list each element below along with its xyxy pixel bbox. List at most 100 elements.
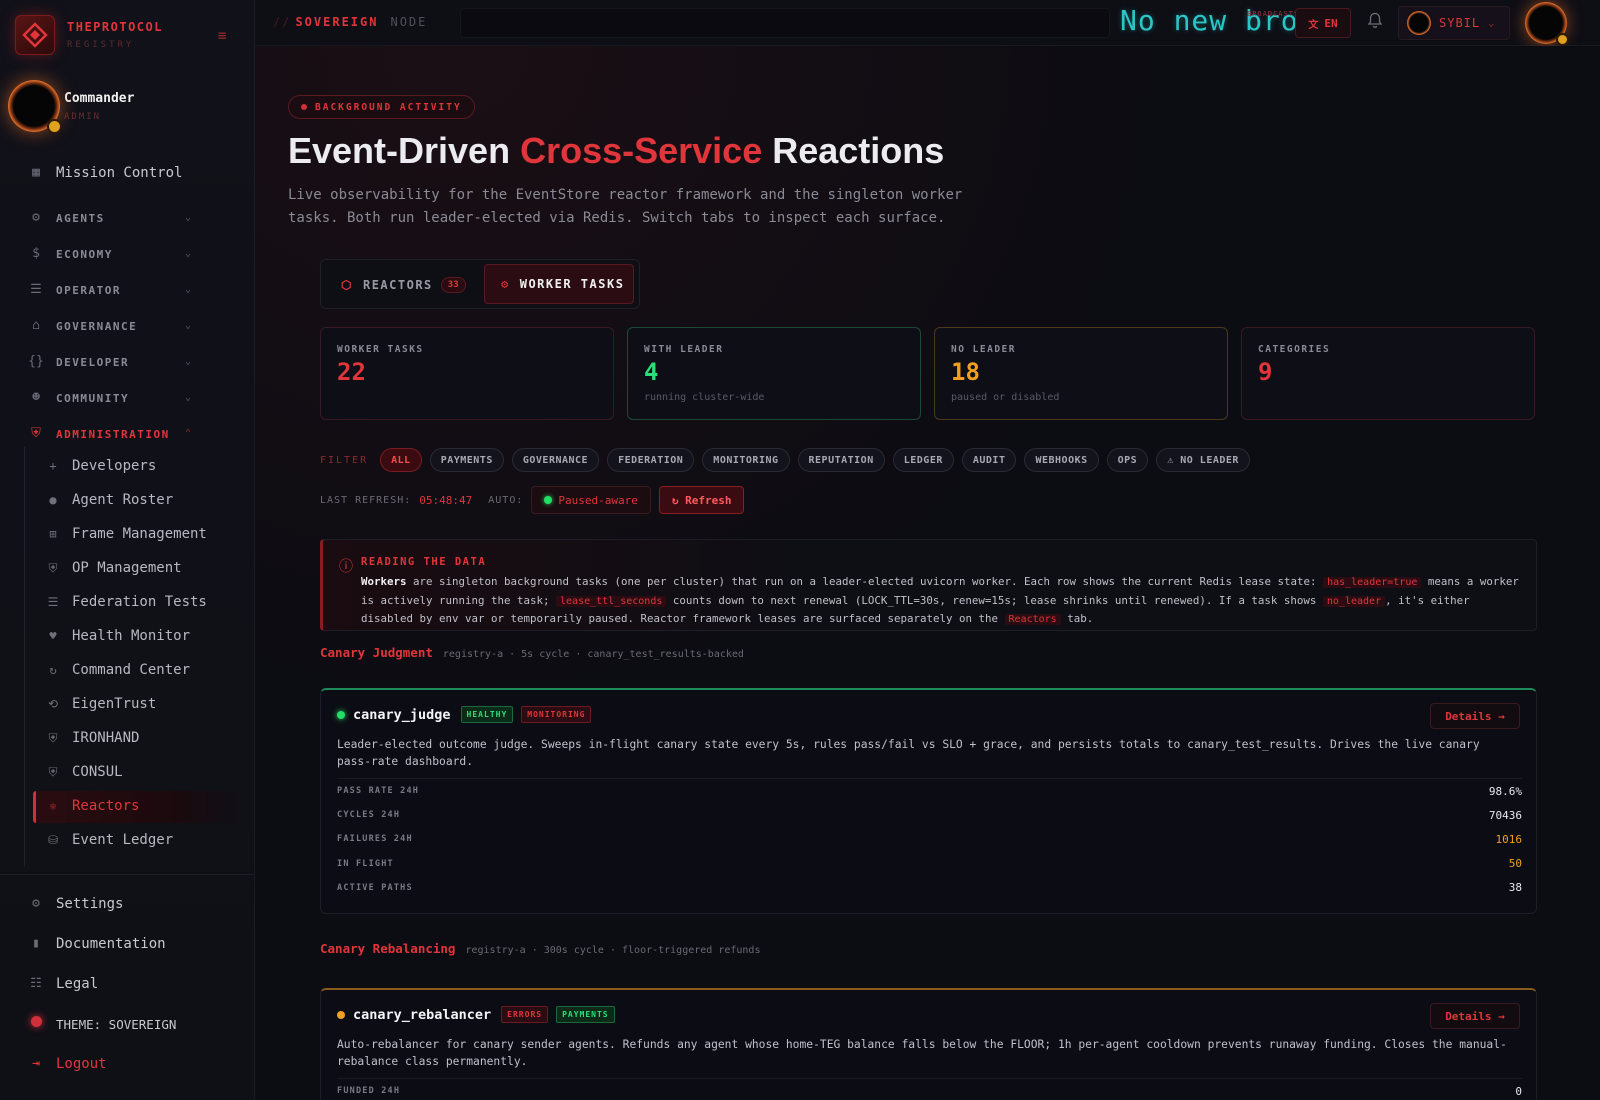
sidebar-item-health-monitor[interactable]: ♥ Health Monitor xyxy=(45,628,190,644)
auto-refresh-toggle[interactable]: Paused-aware xyxy=(531,486,651,514)
theme-dot-icon xyxy=(28,1016,44,1032)
brand[interactable]: THEPROTOCOL REGISTRY xyxy=(15,15,163,55)
shield-icon: ⛨ xyxy=(48,561,58,575)
chevron-up-icon[interactable]: ⌃ xyxy=(185,428,191,439)
chevron-down-icon[interactable]: ⌄ xyxy=(185,248,191,259)
sidebar-item-reactors[interactable]: ⚛ Reactors xyxy=(45,798,139,814)
info-title: READING THE DATA xyxy=(361,556,487,568)
topbar: //SOVEREIGN NODE No new bro BROADCASTS 文 … xyxy=(255,0,1600,46)
breadcrumb-primary[interactable]: SOVEREIGN xyxy=(295,15,378,29)
info-callout: ⓘ READING THE DATA Workers are singleton… xyxy=(320,539,1537,631)
nav-section-agents[interactable]: ⚙ AGENTS xyxy=(28,210,105,226)
sidebar-item-consul[interactable]: ⛨ CONSUL xyxy=(45,764,122,780)
filter-chip-audit[interactable]: AUDIT xyxy=(961,448,1017,472)
avatar[interactable] xyxy=(1525,2,1569,46)
stat-row-value: 38 xyxy=(1508,881,1522,895)
info-text: counts down to next renewal (LOCK_TTL=30… xyxy=(666,593,1323,607)
nav-section-community[interactable]: ☻ COMMUNITY xyxy=(28,390,129,406)
user-profile[interactable]: Commander ADMIN xyxy=(8,80,135,134)
tab-worker-tasks[interactable]: ⚙ WORKER TASKS xyxy=(484,264,634,304)
sidebar-item-label: IRONHAND xyxy=(72,730,140,746)
nav-section-governance[interactable]: ⌂ GOVERNANCE xyxy=(28,318,137,334)
grid-icon: ▦ xyxy=(32,165,40,180)
filter-chip-payments[interactable]: PAYMENTS xyxy=(429,448,504,472)
braces-icon: {} xyxy=(28,354,44,369)
brand-name: THEPROTOCOL xyxy=(67,20,163,34)
nav-section-administration[interactable]: ⛨ ADMINISTRATION xyxy=(28,426,170,442)
details-button[interactable]: Details → xyxy=(1430,1003,1520,1029)
title-accent: Cross-Service xyxy=(520,130,763,171)
sidebar-item-federation-tests[interactable]: ☰ Federation Tests xyxy=(45,594,207,610)
search-bar[interactable] xyxy=(460,8,1110,38)
nav-mission-control[interactable]: ▦ Mission Control xyxy=(28,165,182,181)
collapse-sidebar-icon[interactable]: ≡ xyxy=(218,28,226,44)
nav-documentation[interactable]: ▮ Documentation xyxy=(28,936,166,952)
sidebar-item-label: OP Management xyxy=(72,560,182,576)
broadcast-ticker[interactable]: No new bro xyxy=(1120,4,1299,37)
sidebar-item-developers[interactable]: + Developers xyxy=(45,458,156,474)
filter-chip-federation[interactable]: FEDERATION xyxy=(607,448,695,472)
sidebar-item-frame-management[interactable]: ⊞ Frame Management xyxy=(45,526,206,542)
nav-section-label: GOVERNANCE xyxy=(56,319,138,333)
info-text: tab. xyxy=(1060,612,1094,625)
nav-label: Documentation xyxy=(56,936,166,952)
nav-legal[interactable]: ☷ Legal xyxy=(28,976,98,992)
details-button[interactable]: Details → xyxy=(1430,703,1520,729)
filter-chip-webhooks[interactable]: WEBHOOKS xyxy=(1024,448,1099,472)
filter-chip-ops[interactable]: OPS xyxy=(1106,448,1149,472)
sidebar-item-label: EigenTrust xyxy=(72,696,157,712)
nav-label: Logout xyxy=(56,1056,107,1072)
gear-icon: ⚙ xyxy=(32,896,40,911)
filter-chip-reputation[interactable]: REPUTATION xyxy=(797,448,885,472)
stat-row: IN FLIGHT 50 xyxy=(337,852,1522,876)
user-name: Commander xyxy=(64,90,135,106)
breadcrumb-secondary[interactable]: NODE xyxy=(390,15,427,29)
chevron-down-icon[interactable]: ⌄ xyxy=(185,392,191,403)
tab-count-badge: 33 xyxy=(440,277,466,293)
nav-section-operator[interactable]: ☰ OPERATOR xyxy=(28,282,121,298)
chevron-down-icon[interactable]: ⌄ xyxy=(185,212,191,223)
filter-chip-monitoring[interactable]: MONITORING xyxy=(702,448,790,472)
sidebar-item-label: Event Ledger xyxy=(72,832,174,848)
sidebar-item-ironhand[interactable]: ⛨ IRONHAND xyxy=(45,730,139,746)
filter-chip-no-leader[interactable]: ⚠ NO LEADER xyxy=(1156,448,1250,472)
sidebar-item-agent-roster[interactable]: ● Agent Roster xyxy=(45,492,173,508)
category-badge: MONITORING xyxy=(521,706,592,723)
sidebar-item-eigentrust[interactable]: ⟲ EigenTrust xyxy=(45,696,156,712)
theme-switcher[interactable]: THEME: SOVEREIGN xyxy=(28,1016,176,1032)
account-switcher[interactable]: SYBIL ⌄ xyxy=(1398,6,1510,40)
stat-card-worker-tasks: WORKER TASKS 22 xyxy=(320,327,614,420)
breadcrumb: //SOVEREIGN NODE xyxy=(273,15,427,29)
bell-icon[interactable] xyxy=(1367,12,1383,33)
chevron-down-icon[interactable]: ⌄ xyxy=(185,284,191,295)
filter-chip-ledger[interactable]: LEDGER xyxy=(892,448,954,472)
nav-settings[interactable]: ⚙ Settings xyxy=(28,896,123,912)
language-button[interactable]: 文 EN xyxy=(1295,8,1351,38)
sidebar-item-command-center[interactable]: ↻ Command Center xyxy=(45,662,190,678)
sidebar: THEPROTOCOL REGISTRY ≡ Commander ADMIN ▦… xyxy=(0,0,255,1100)
tab-reactors[interactable]: ⬡ REACTORS 33 xyxy=(331,270,476,300)
stat-row: FUNDED 24H 0 xyxy=(337,1079,1522,1100)
sidebar-item-label: Agent Roster xyxy=(72,492,174,508)
filter-bar: FILTER ALL PAYMENTS GOVERNANCE FEDERATIO… xyxy=(320,448,1258,472)
chevron-down-icon[interactable]: ⌄ xyxy=(185,356,191,367)
nav-section-label: OPERATOR xyxy=(56,283,121,297)
stat-card-with-leader: WITH LEADER 4 running cluster-wide xyxy=(627,327,921,420)
nav-section-economy[interactable]: $ ECONOMY xyxy=(28,246,113,262)
nav-section-developer[interactable]: {} DEVELOPER xyxy=(28,354,129,370)
filter-chip-all[interactable]: ALL xyxy=(380,448,422,472)
nav-section-label: COMMUNITY xyxy=(56,391,130,405)
nav-logout[interactable]: ⇥ Logout xyxy=(28,1056,107,1072)
info-code: no_leader xyxy=(1322,595,1386,607)
filter-label: FILTER xyxy=(320,454,369,466)
group-title: Canary Judgment xyxy=(320,645,433,660)
filter-chip-governance[interactable]: GOVERNANCE xyxy=(511,448,600,472)
book-icon: ▮ xyxy=(32,936,40,951)
chevron-down-icon[interactable]: ⌄ xyxy=(185,320,191,331)
stat-label: NO LEADER xyxy=(951,344,1016,355)
people-icon: ☻ xyxy=(32,390,40,405)
stat-row-label: IN FLIGHT xyxy=(337,858,394,869)
refresh-button[interactable]: ↻ Refresh xyxy=(658,486,745,514)
sidebar-item-event-ledger[interactable]: ⛁ Event Ledger xyxy=(45,832,173,848)
sidebar-item-op-management[interactable]: ⛨ OP Management xyxy=(45,560,182,576)
